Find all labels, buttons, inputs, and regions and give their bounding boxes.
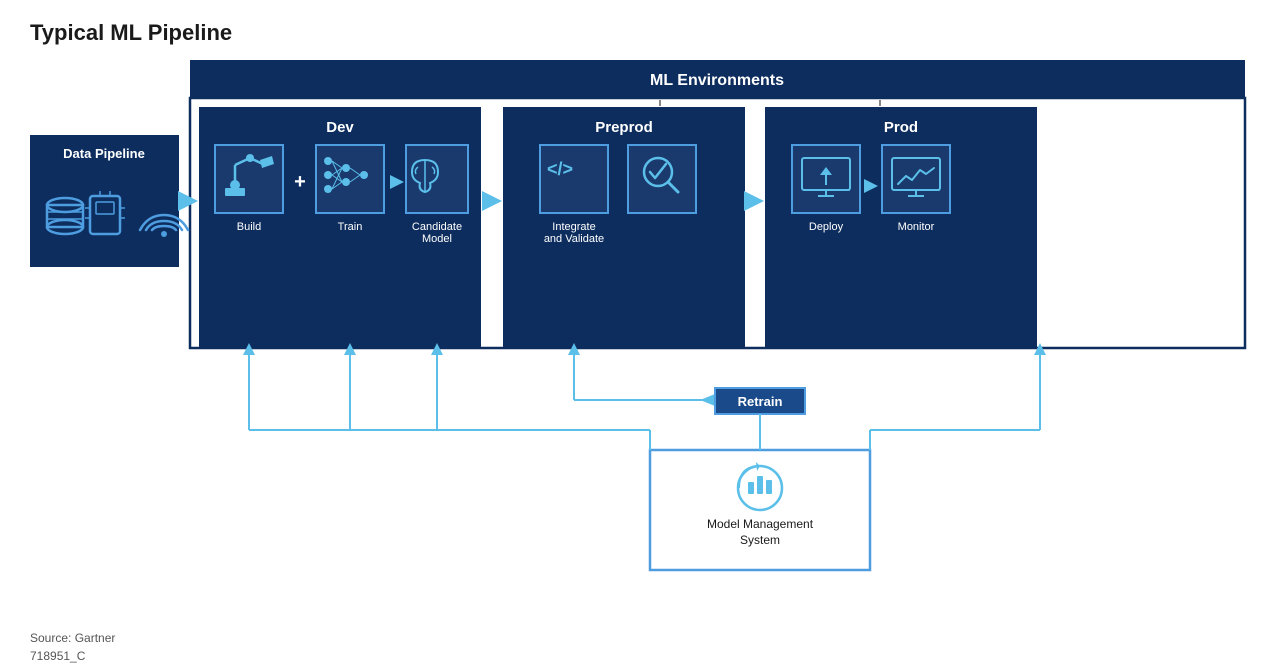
model-bar2 — [757, 476, 763, 494]
nn-node5 — [342, 178, 350, 186]
dev-label: Dev — [326, 119, 354, 136]
page-title: Typical ML Pipeline — [30, 20, 1250, 46]
ml-environments-label: ML Environments — [650, 72, 784, 89]
model-bar3 — [766, 480, 772, 494]
train-label: Train — [338, 221, 363, 233]
arrow-dp-to-dev — [178, 191, 198, 211]
nn-node3 — [324, 185, 332, 193]
integrate-box — [540, 145, 608, 213]
candidate-model-label1: Candidate — [412, 221, 462, 233]
source-code: 718951_C — [30, 649, 1250, 663]
model-mgmt-label2: System — [740, 533, 780, 547]
deploy-label: Deploy — [809, 221, 844, 233]
preprod-label: Preprod — [595, 119, 653, 136]
data-pipeline-label: Data Pipeline — [63, 146, 145, 161]
code-bracket-left: </> — [547, 159, 573, 179]
model-mgmt-label1: Model Management — [707, 517, 814, 531]
train-box — [316, 145, 384, 213]
retrain-arrowhead — [700, 394, 715, 406]
wifi-dot — [161, 231, 167, 237]
main-diagram: ML Environments Data Pipeline Dev — [30, 60, 1250, 590]
retrain-label: Retrain — [738, 394, 783, 409]
nn-node6 — [360, 171, 368, 179]
integrate-label1: Integrate — [552, 221, 595, 233]
model-bar1 — [748, 482, 754, 494]
nn-node4 — [342, 164, 350, 172]
candidate-model-label2: Model — [422, 233, 452, 245]
nn-node2 — [324, 171, 332, 179]
integrate-label2: and Validate — [544, 233, 604, 245]
monitor-label: Monitor — [898, 221, 935, 233]
arrow-dev-to-preprod — [482, 191, 502, 211]
model-circ-arrow — [756, 462, 760, 471]
build-label: Build — [237, 221, 261, 233]
prod-label: Prod — [884, 119, 918, 136]
plus-sign: + — [294, 171, 306, 193]
build-foot — [225, 188, 245, 196]
build-joint — [246, 154, 254, 162]
arrow-preprod-to-prod — [744, 191, 764, 211]
source-text: Source: Gartner — [30, 631, 1250, 645]
diagram-container: ML Environments Data Pipeline Dev — [30, 60, 1250, 615]
validate-box — [628, 145, 696, 213]
nn-node1 — [324, 157, 332, 165]
